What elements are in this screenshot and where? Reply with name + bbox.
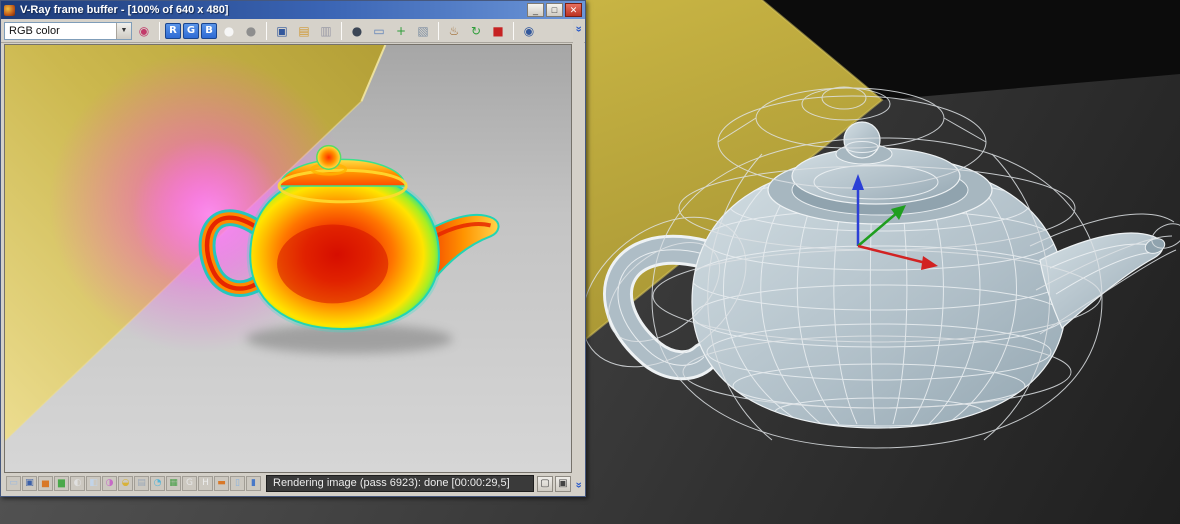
waveform-icon[interactable]: ▆ [54, 476, 69, 491]
render-last-button[interactable]: ♨ [444, 21, 464, 41]
region-render-button[interactable]: ▧ [413, 21, 433, 41]
show-region-button[interactable]: ▢ [537, 475, 553, 492]
render-view[interactable] [4, 44, 572, 473]
monochrome-button[interactable]: ● [241, 21, 261, 41]
white-balance-icon[interactable]: ◧ [86, 476, 101, 491]
save-image-button[interactable]: ▣ [272, 21, 292, 41]
color-corrections-icon[interactable]: ◉ [134, 21, 154, 41]
collapse-statusbar-button[interactable]: » [572, 480, 586, 491]
vray-logo-icon [4, 4, 15, 16]
blue-channel-button[interactable]: B [201, 22, 217, 39]
toolbar-separator [438, 21, 439, 40]
window-title: V-Ray frame buffer - [100% of 640 x 480] [20, 4, 229, 16]
status-text: Rendering image (pass 6923): done [00:00… [266, 475, 534, 492]
compare-icon[interactable]: ▮ [246, 476, 261, 491]
alpha-channel-button[interactable]: ● [219, 21, 239, 41]
rendered-image [5, 45, 571, 472]
vfb-toolbar: RGB color ▼ ◉ R G B ● ● ▣ ▤ ▥ ● ▭ + ▧ ♨ ↻ ■ ◉ [1, 19, 585, 43]
toolbar-separator [513, 21, 514, 40]
srgb-icon[interactable]: G [182, 476, 197, 491]
toolbar-separator [341, 21, 342, 40]
color-balance-icon[interactable]: ◒ [118, 476, 133, 491]
green-channel-button[interactable]: G [183, 22, 199, 39]
region-overlay-icon[interactable]: ▯ [230, 476, 245, 491]
track-mouse-button[interactable]: + [391, 21, 411, 41]
toolbar-separator [266, 21, 267, 40]
preview-monitor-icon[interactable]: ▭ [6, 476, 21, 491]
save-channels-icon[interactable]: ▣ [22, 476, 37, 491]
maximize-button[interactable]: □ [546, 3, 563, 17]
titlebar[interactable]: V-Ray frame buffer - [100% of 640 x 480]… [1, 1, 585, 19]
load-image-button[interactable]: ▤ [294, 21, 314, 41]
channel-select-value: RGB color [9, 24, 60, 37]
channel-select[interactable]: RGB color ▼ [4, 21, 132, 40]
chevron-down-icon[interactable]: ▼ [116, 22, 131, 39]
window-side-strip: » » [572, 20, 586, 494]
curves-icon[interactable]: ◔ [150, 476, 165, 491]
toolbar-separator [159, 21, 160, 40]
exposure-icon[interactable]: ◐ [70, 476, 85, 491]
vfb-statusbar: ▭ ▣ ▅ ▆ ◐ ◧ ◑ ◒ ▤ ◔ ▦ G H ▬ ▯ ▮ Rendering image (pass 6… [4, 474, 572, 493]
dock-button[interactable]: ▣ [555, 475, 571, 492]
follow-mouse-button[interactable]: ● [347, 21, 367, 41]
desktop: V-Ray frame buffer - [100% of 640 x 480]… [0, 0, 1180, 524]
letter-h-icon[interactable]: H [198, 476, 213, 491]
copy-image-button[interactable]: ▥ [316, 21, 336, 41]
stop-button[interactable]: ■ [488, 21, 508, 41]
collapse-toolbar-button[interactable]: » [572, 24, 586, 35]
close-button[interactable]: ✕ [565, 3, 582, 17]
refresh-button[interactable]: ↻ [466, 21, 486, 41]
red-channel-button[interactable]: R [165, 22, 181, 39]
duplicate-to-host-button[interactable]: ▭ [369, 21, 389, 41]
hue-saturation-icon[interactable]: ◑ [102, 476, 117, 491]
vray-frame-buffer-window: V-Ray frame buffer - [100% of 640 x 480]… [0, 0, 586, 497]
histogram-icon[interactable]: ▅ [38, 476, 53, 491]
stamp-icon[interactable]: ▬ [214, 476, 229, 491]
view-options-button[interactable]: ◉ [519, 21, 539, 41]
lut-icon[interactable]: ▦ [166, 476, 181, 491]
levels-icon[interactable]: ▤ [134, 476, 149, 491]
minimize-button[interactable]: _ [527, 3, 544, 17]
